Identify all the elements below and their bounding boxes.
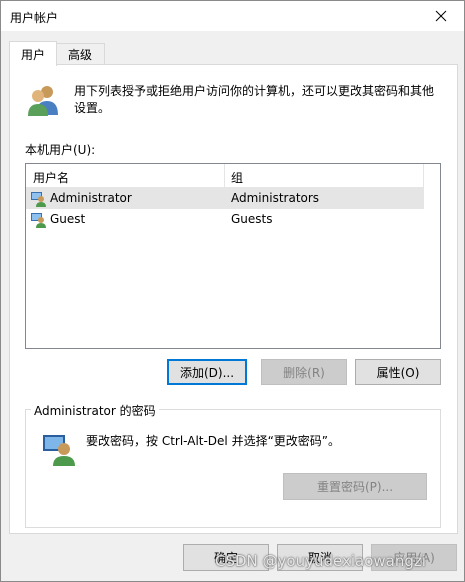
user-row-guest[interactable]: Guest Guests (26, 209, 424, 230)
close-icon (435, 10, 447, 22)
tab-users[interactable]: 用户 (9, 41, 57, 66)
user-name-cell: Guest (50, 212, 86, 226)
password-groupbox: Administrator 的密码 要改密码，按 Ctrl-Alt-Del 并选… (25, 402, 441, 528)
users-tab-panel: 用下列表授予或拒绝用户访问你的计算机，还可以更改其密码和其他设置。 本机用户(U… (9, 64, 458, 534)
listview-header: 用户名 组 (26, 164, 424, 188)
properties-button[interactable]: 属性(O) (355, 359, 441, 385)
users-icon (28, 86, 58, 116)
properties-label: 属性(O) (376, 365, 420, 380)
csdn-watermark: CSDN @youyudexiaowangzi (215, 552, 426, 570)
users-listview[interactable]: 用户名 组 Administrator Administrators Guest… (25, 163, 441, 349)
user-group-cell: Administrators (231, 191, 320, 205)
column-header-username[interactable]: 用户名 (33, 169, 69, 186)
column-header-group[interactable]: 组 (231, 169, 243, 186)
column-divider[interactable] (423, 164, 424, 187)
reset-password-label: 重置密码(P)... (316, 480, 394, 494)
tab-advanced[interactable]: 高级 (55, 43, 105, 65)
add-user-label: 添加(D)... (179, 365, 235, 380)
title-bar: 用户帐户 (1, 1, 464, 31)
reset-password-button[interactable]: 重置密码(P)... (283, 473, 427, 500)
user-name-cell: Administrator (50, 191, 132, 205)
add-user-button[interactable]: 添加(D)... (167, 359, 247, 385)
window-title: 用户帐户 (10, 11, 59, 25)
user-accounts-dialog: 用户帐户 用户 高级 用下列表授予或拒绝用户访问你的计算机，还可以更改其密码和其… (0, 0, 465, 582)
remove-user-button[interactable]: 删除(R) (261, 359, 347, 385)
local-users-label: 本机用户(U): (25, 143, 96, 157)
user-account-icon (31, 213, 46, 228)
password-instructions: 要改密码，按 Ctrl-Alt-Del 并选择“更改密码”。 (86, 434, 341, 448)
user-password-icon (43, 435, 75, 466)
user-row-administrator[interactable]: Administrator Administrators (26, 188, 424, 209)
column-divider[interactable] (224, 164, 225, 187)
tab-users-label: 用户 (20, 47, 45, 62)
user-group-cell: Guests (231, 212, 273, 226)
intro-description: 用下列表授予或拒绝用户访问你的计算机，还可以更改其密码和其他设置。 (74, 84, 435, 115)
close-button[interactable] (418, 1, 464, 31)
user-account-icon (31, 192, 46, 207)
tab-advanced-label: 高级 (67, 48, 92, 62)
remove-user-label: 删除(R) (283, 365, 325, 380)
password-group-title: Administrator 的密码 (31, 402, 159, 419)
